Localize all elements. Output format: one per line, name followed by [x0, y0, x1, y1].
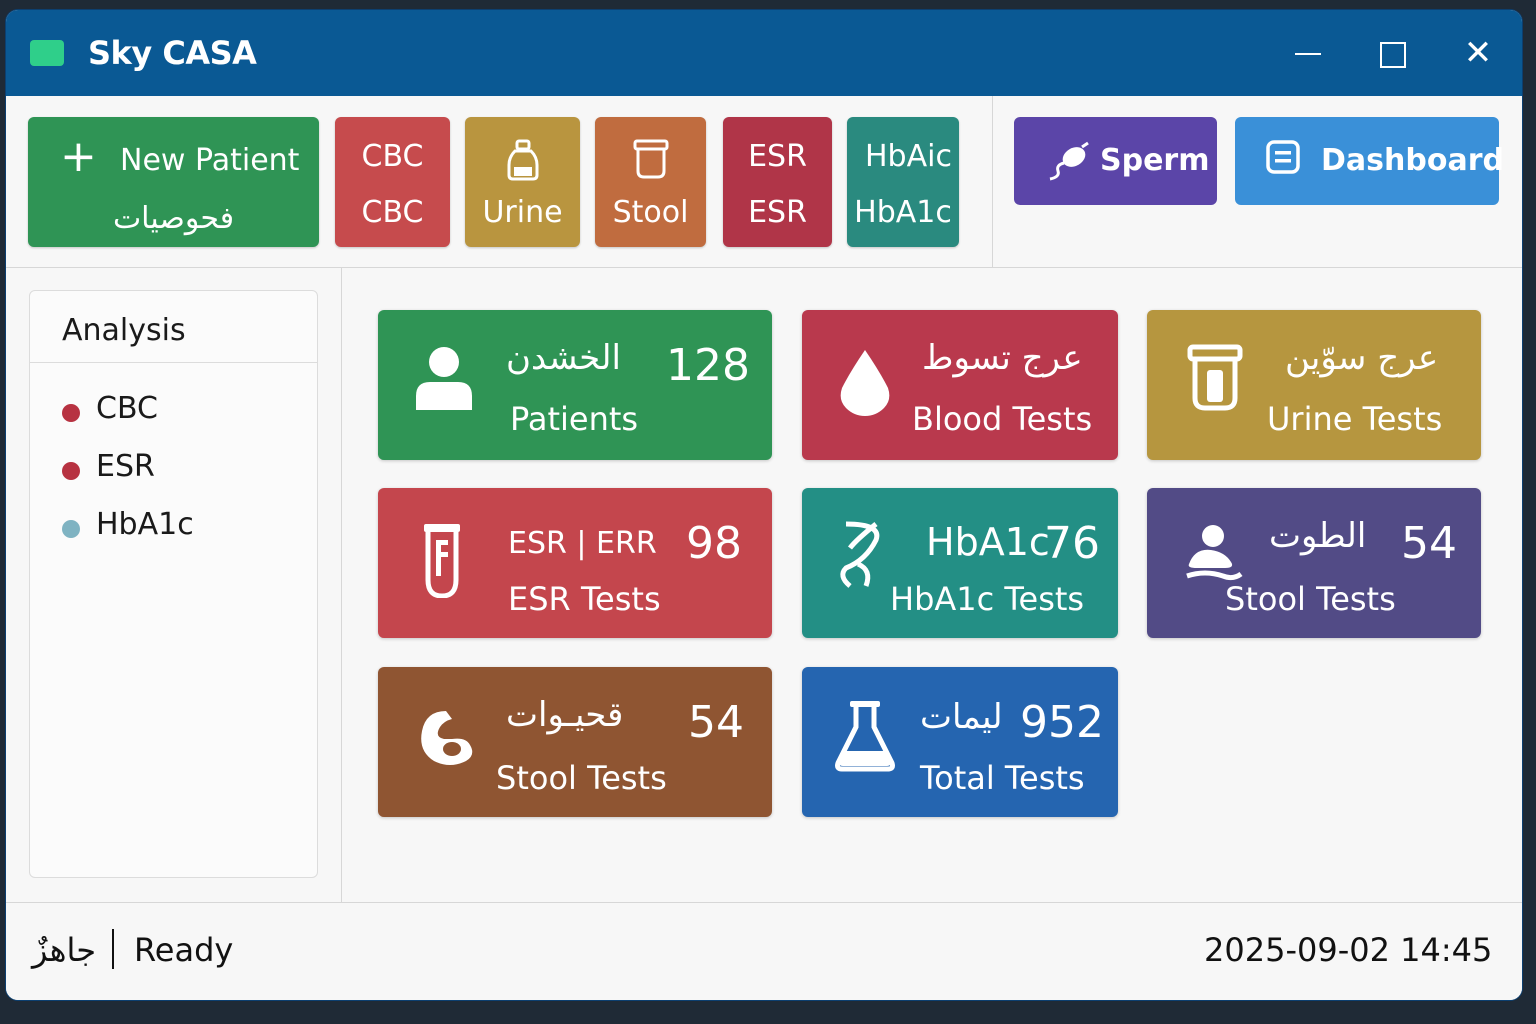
flask-icon	[835, 701, 895, 772]
esr-tests-card[interactable]: ESR | ERR 98 ESR Tests	[378, 488, 772, 638]
stool-tests-brown-count: 54	[688, 697, 744, 748]
status-ready-text: Ready	[134, 931, 234, 969]
urine-button[interactable]: Urine	[465, 117, 580, 247]
blood-tests-card[interactable]: عرج تسوط Blood Tests	[802, 310, 1118, 460]
app-logo-icon	[30, 40, 64, 66]
app-title: Sky CASA	[88, 34, 257, 72]
sperm-icon	[1049, 141, 1089, 181]
sidebar: Analysis CBC ESR HbA1c	[6, 268, 342, 902]
status-dot-icon	[62, 404, 80, 422]
title-bar: Sky CASA ✕	[6, 10, 1522, 96]
new-patient-sub-label: فحوصيات	[112, 201, 235, 236]
dashboard-label: Dashboard	[1321, 143, 1504, 178]
esr-tests-arabic-label: ESR | ERR	[508, 526, 657, 561]
esr-tests-count: 98	[686, 518, 742, 569]
minimize-button[interactable]	[1282, 30, 1332, 76]
new-patient-button[interactable]: + New Patient فحوصيات	[28, 117, 319, 247]
patients-card[interactable]: الخشدن 128 Patients	[378, 310, 772, 460]
hba1c-label-top: HbAic	[865, 139, 952, 174]
test-tube-icon	[424, 524, 460, 598]
hba1c-tests-count: 76	[1044, 518, 1100, 569]
status-dot-icon	[62, 520, 80, 538]
analysis-panel: Analysis CBC ESR HbA1c	[29, 290, 318, 878]
total-tests-label: Total Tests	[920, 759, 1085, 797]
stool-tests-brown-card[interactable]: قحيـوات 54 Stool Tests	[378, 667, 772, 817]
cbc-button[interactable]: CBC CBC	[335, 117, 450, 247]
hba1c-tests-card[interactable]: HbA1c 76 HbA1c Tests	[802, 488, 1118, 638]
patients-count: 128	[666, 340, 750, 391]
hba1c-button[interactable]: HbAic HbA1c	[847, 117, 959, 247]
cbc-label-top: CBC	[361, 139, 424, 174]
stool-tests-purple-arabic-label: الطوت	[1269, 516, 1367, 556]
stool-label: Stool	[612, 195, 689, 230]
analysis-item-label: ESR	[96, 449, 155, 484]
urine-tests-card[interactable]: عرج سوّين Urine Tests	[1147, 310, 1481, 460]
dna-icon	[840, 521, 880, 588]
toolbar: + New Patient فحوصيات CBC CBC Urine Stoo…	[6, 96, 1522, 268]
blood-tests-arabic-label: عرج تسوط	[922, 338, 1083, 378]
total-tests-count: 952	[1020, 697, 1104, 748]
analysis-item-label: CBC	[96, 391, 158, 426]
stool-icon	[1186, 525, 1243, 581]
hba1c-tests-label: HbA1c Tests	[890, 580, 1085, 618]
cbc-label-bottom: CBC	[361, 195, 424, 230]
app-window: Sky CASA ✕ + New Patient فحوصيات CBC CBC…	[6, 10, 1522, 1000]
esr-label-bottom: ESR	[748, 195, 807, 230]
esr-button[interactable]: ESR ESR	[723, 117, 832, 247]
blood-tests-label: Blood Tests	[912, 400, 1093, 438]
patients-arabic-label: الخشدن	[506, 338, 621, 378]
person-icon	[416, 347, 472, 410]
sperm-label: Sperm	[1100, 143, 1210, 178]
status-separator	[112, 929, 114, 969]
urine-tests-label: Urine Tests	[1267, 400, 1443, 438]
plus-icon: +	[60, 131, 97, 182]
new-patient-label: New Patient	[120, 143, 300, 178]
status-arabic-text: جاهزٌ	[32, 931, 97, 969]
urine-label: Urine	[482, 195, 563, 230]
close-button[interactable]: ✕	[1453, 30, 1503, 76]
hba1c-tests-arabic-label: HbA1c	[926, 520, 1050, 564]
stool-tests-brown-arabic-label: قحيـوات	[506, 695, 624, 735]
urine-tests-arabic-label: عرج سوّين	[1285, 338, 1439, 378]
stool-cup-icon	[633, 139, 668, 179]
esr-label-top: ESR	[748, 139, 807, 174]
hba1c-label-bottom: HbA1c	[854, 195, 952, 230]
dashboard-icon	[1266, 140, 1300, 174]
status-bar: جاهزٌ Ready 2025-09-02 14:45	[6, 902, 1522, 1000]
toolbar-divider	[992, 96, 993, 268]
status-dot-icon	[62, 462, 80, 480]
urine-cup-icon	[1187, 344, 1243, 411]
total-tests-arabic-label: ليمات	[920, 697, 1003, 737]
esr-tests-label: ESR Tests	[508, 580, 661, 618]
analysis-title: Analysis	[30, 291, 317, 363]
stool-tests-brown-label: Stool Tests	[496, 759, 667, 797]
stool-tests-purple-label: Stool Tests	[1225, 580, 1396, 618]
total-tests-card[interactable]: ليمات 952 Total Tests	[802, 667, 1118, 817]
maximize-button[interactable]	[1367, 30, 1417, 76]
stool-tests-purple-count: 54	[1401, 518, 1457, 569]
dashboard-button[interactable]: Dashboard	[1235, 117, 1504, 205]
patients-label: Patients	[510, 400, 639, 438]
urine-bottle-icon	[507, 139, 538, 181]
stool-sample-icon	[421, 711, 473, 765]
sperm-button[interactable]: Sperm	[1014, 117, 1217, 205]
blood-drop-icon	[840, 350, 890, 416]
analysis-item-label: HbA1c	[96, 507, 194, 542]
stool-button[interactable]: Stool	[595, 117, 706, 247]
status-datetime: 2025-09-02 14:45	[1204, 931, 1493, 969]
stool-tests-purple-card[interactable]: الطوت 54 Stool Tests	[1147, 488, 1481, 638]
